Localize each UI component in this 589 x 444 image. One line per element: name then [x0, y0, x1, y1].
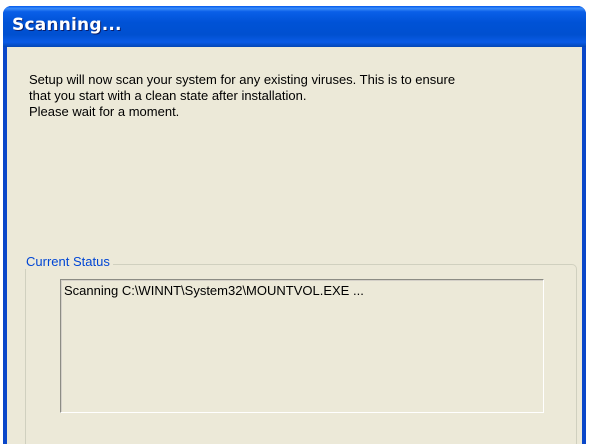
- status-text: Scanning C:\WINNT\System32\MOUNTVOL.EXE …: [64, 283, 364, 298]
- title-bar[interactable]: Scanning...: [3, 6, 586, 47]
- scan-message: Setup will now scan your system for any …: [29, 72, 574, 120]
- status-textbox: Scanning C:\WINNT\System32\MOUNTVOL.EXE …: [60, 279, 544, 413]
- dialog-body: Setup will now scan your system for any …: [7, 47, 582, 444]
- message-line: Setup will now scan your system for any …: [29, 72, 456, 87]
- scanning-dialog: Scanning... Setup will now scan your sys…: [3, 6, 586, 444]
- message-line: that you start with a clean state after …: [29, 88, 307, 103]
- message-line: Please wait for a moment.: [29, 104, 180, 119]
- window-title: Scanning...: [12, 15, 122, 35]
- current-status-label: Current Status: [23, 254, 113, 269]
